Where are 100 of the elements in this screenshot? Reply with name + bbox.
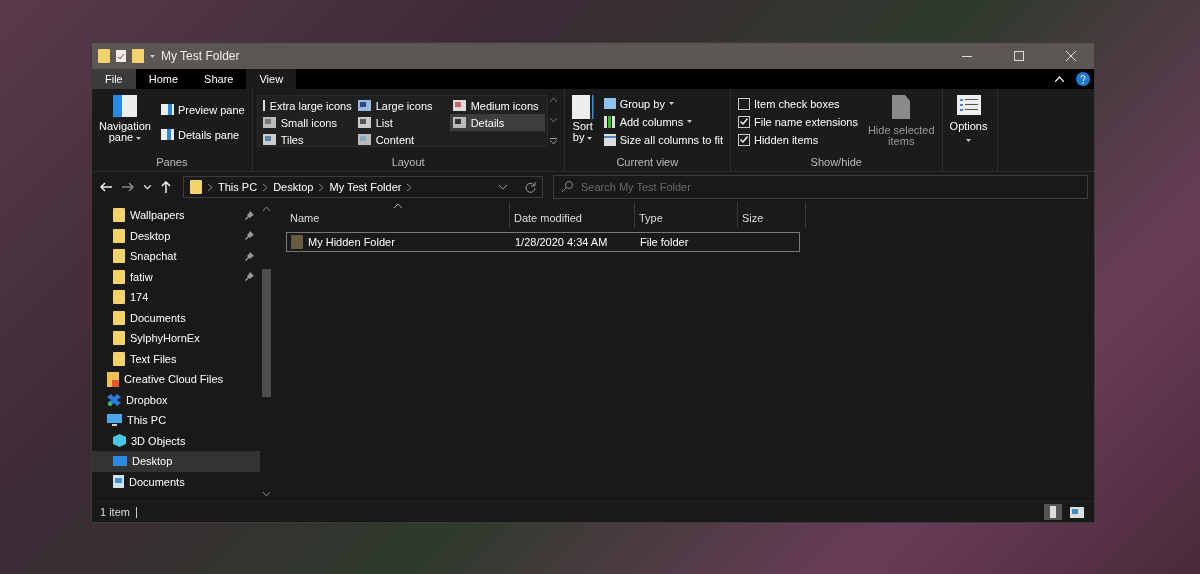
nav-item[interactable]: 3D Objects <box>92 430 260 451</box>
folder-icon <box>190 180 202 194</box>
scroll-down-icon[interactable] <box>550 118 558 122</box>
up-button[interactable] <box>159 181 173 193</box>
forward-button[interactable] <box>120 182 136 192</box>
group-label: Current view <box>615 156 680 170</box>
scroll-up-icon[interactable] <box>263 207 270 211</box>
view-toggle-button[interactable] <box>1044 504 1062 520</box>
nav-item[interactable]: Wallpapers <box>92 205 260 226</box>
nav-item[interactable]: Creative Cloud Files <box>92 369 260 390</box>
caret-icon <box>668 102 674 105</box>
refresh-icon[interactable] <box>525 181 536 193</box>
pane-button[interactable]: Preview pane <box>158 101 248 118</box>
view-icon <box>262 134 276 145</box>
nav-item[interactable]: Text Files <box>92 348 260 369</box>
checkbox[interactable] <box>737 97 750 110</box>
view-icon <box>357 117 371 128</box>
breadcrumb[interactable]: This PC <box>218 181 258 193</box>
button-label: Options <box>949 121 988 132</box>
dropdown-icon[interactable] <box>499 184 507 190</box>
date-cell-text: 1/28/2020 4:34 AM <box>514 236 609 248</box>
layout-option[interactable]: Extra large icons <box>259 97 355 114</box>
group-label: Show/hide <box>809 156 863 170</box>
details-view-icon <box>1050 506 1056 518</box>
current-view-button[interactable]: Size all columns to fit <box>600 131 726 148</box>
nav-item[interactable]: Desktop <box>92 225 260 246</box>
pin-icon <box>245 210 254 220</box>
layout-option[interactable]: Tiles <box>259 131 355 148</box>
layout-option[interactable]: Content <box>354 131 450 148</box>
folder-icon <box>113 290 125 305</box>
nav-item[interactable]: Documents <box>92 307 260 328</box>
item-count: 1 item <box>100 506 130 518</box>
column-header[interactable]: Type <box>635 202 738 228</box>
fit-columns-icon <box>603 133 616 146</box>
view-icon <box>452 117 466 128</box>
folder-icon <box>113 269 125 284</box>
caret-icon <box>966 139 972 142</box>
checkbox[interactable] <box>737 133 750 146</box>
search-icon <box>562 181 573 192</box>
checkbox-option[interactable]: Item check boxes <box>734 95 861 112</box>
scroll-down-icon[interactable] <box>263 492 270 496</box>
minimize-icon <box>962 55 972 57</box>
nav-item[interactable]: 174 <box>92 287 260 308</box>
cloud-folder-icon <box>107 371 119 387</box>
nav-item[interactable]: Documents <box>92 471 260 492</box>
search-field[interactable]: Search My Test Folder <box>553 175 1088 199</box>
chevron-icon <box>319 183 324 191</box>
scrollbar-thumb[interactable] <box>262 269 271 397</box>
back-button[interactable] <box>98 182 114 192</box>
group-icon <box>603 98 616 109</box>
collapse-ribbon-icon[interactable] <box>1055 76 1064 82</box>
view-toggle-button[interactable] <box>1068 504 1086 520</box>
address-bar[interactable]: This PC Desktop My Test Folder <box>183 176 543 198</box>
view-icon <box>262 100 265 111</box>
navigation-pane-icon <box>113 95 137 117</box>
nav-item[interactable]: This PC <box>92 410 260 431</box>
layout-option[interactable]: List <box>354 114 450 131</box>
nav-item[interactable]: fatiw <box>92 266 260 287</box>
button-label: pane <box>108 132 134 143</box>
dropbox-icon <box>107 393 121 406</box>
checkbox[interactable] <box>737 115 750 128</box>
button-label: Navigation <box>99 121 151 132</box>
ribbon-tab[interactable]: Home <box>135 69 192 89</box>
scroll-up-icon[interactable] <box>550 98 558 102</box>
pane-button[interactable]: Details pane <box>158 126 248 143</box>
nav-item[interactable]: Desktop <box>92 451 260 472</box>
layout-option[interactable]: Small icons <box>259 114 355 131</box>
layout-option[interactable]: Large icons <box>354 97 450 114</box>
pane-icon <box>161 129 174 140</box>
column-header[interactable]: Date modified <box>510 202 635 228</box>
layout-option[interactable]: Medium icons <box>449 97 545 114</box>
chevron-icon <box>407 183 412 191</box>
folder-icon <box>113 208 125 223</box>
ribbon-tab[interactable]: File <box>92 69 136 89</box>
column-header[interactable]: Name <box>286 202 510 228</box>
expand-gallery-icon[interactable] <box>550 138 558 144</box>
caret-icon <box>136 137 142 140</box>
file-row[interactable]: My Hidden Folder 1/28/2020 4:34 AM File folder <box>286 232 800 252</box>
sort-by-button[interactable]: Sort by <box>568 93 597 156</box>
checkbox-option[interactable]: File name extensions <box>734 113 861 130</box>
maximize-icon <box>1014 51 1024 61</box>
current-view-button[interactable]: Group by <box>600 95 726 112</box>
help-icon[interactable] <box>1076 72 1090 86</box>
breadcrumb[interactable]: Desktop <box>273 181 314 193</box>
nav-item[interactable]: SylphyHornEx <box>92 328 260 349</box>
column-header[interactable]: Size <box>738 202 806 228</box>
nav-item[interactable]: Dropbox <box>92 389 260 410</box>
checkbox-option[interactable]: Hidden items <box>734 131 861 148</box>
breadcrumb[interactable]: My Test Folder <box>329 181 402 193</box>
navigation-pane-button[interactable]: Navigation pane <box>96 93 154 156</box>
ribbon-tab[interactable]: Share <box>191 69 247 89</box>
ribbon-tab[interactable]: View <box>246 69 297 89</box>
cube-icon <box>113 434 126 448</box>
options-button[interactable]: Options <box>946 93 991 171</box>
nav-item[interactable]: Snapchat <box>92 246 260 267</box>
chevron-icon <box>263 183 268 191</box>
current-view-button[interactable]: Add columns <box>600 113 726 130</box>
layout-option[interactable]: Details <box>449 114 545 131</box>
recent-locations-button[interactable] <box>142 185 153 189</box>
large-icons-view-icon <box>1070 506 1084 518</box>
